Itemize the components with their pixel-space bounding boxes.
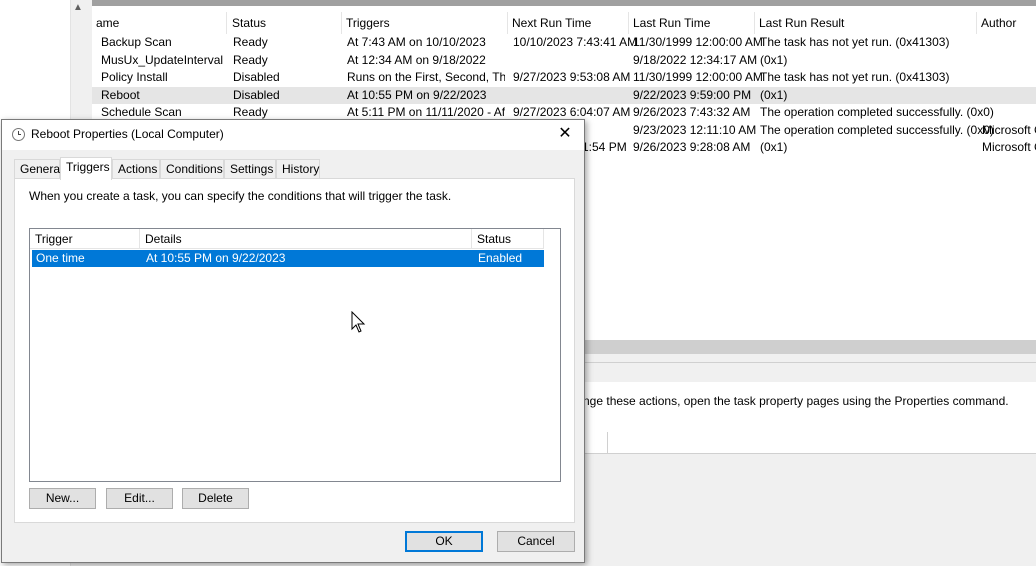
task-author: Microsoft C [982,140,1036,154]
trigger-status: Enabled [478,251,523,265]
clock-icon [12,128,25,141]
cancel-button[interactable]: Cancel [497,531,575,552]
task-last-result: The task has not yet run. (0x41303) [760,35,950,49]
task-last-result: (0x1) [760,140,788,154]
trigger-details: At 10:55 PM on 9/22/2023 [146,251,286,265]
task-last-run: 9/26/2023 9:28:08 AM [633,140,751,154]
task-triggers: At 7:43 AM on 10/10/2023 [347,35,486,49]
task-triggers: At 10:55 PM on 9/22/2023 [347,87,487,102]
scroll-up-icon[interactable]: ▲ [73,2,83,13]
tab-conditions[interactable]: Conditions [160,159,224,179]
delete-trigger-button[interactable]: Delete [182,488,249,509]
triggers-description: When you create a task, you can specify … [29,189,452,203]
task-next-run: 10/10/2023 7:43:41 AM [513,35,638,49]
column-header-last-run-result[interactable]: Last Run Result [755,12,977,34]
tab-settings[interactable]: Settings [224,159,276,179]
grid-divider [607,432,608,454]
column-header-status[interactable]: Status [228,12,342,34]
task-last-run: 9/22/2023 9:59:00 PM [633,87,752,102]
ok-button[interactable]: OK [405,531,483,552]
task-status: Disabled [233,87,280,102]
task-status: Ready [233,35,268,49]
task-last-result: The operation completed successfully. (0… [760,105,994,119]
table-row[interactable]: Backup Scan Ready At 7:43 AM on 10/10/20… [92,34,1036,52]
column-header-author[interactable]: Author [977,12,1036,34]
reboot-properties-dialog: Reboot Properties (Local Computer) ✕ Gen… [1,119,585,563]
task-triggers: Runs on the First, Second, Thi... [347,70,505,84]
table-row[interactable]: MusUx_UpdateInterval Ready At 12:34 AM o… [92,52,1036,70]
column-header-next-run-time[interactable]: Next Run Time [508,12,629,34]
actions-grid [583,432,1036,454]
actions-info-panel: nge these actions, open the task propert… [583,382,1036,436]
task-next-run: 9/27/2023 9:53:08 AM [513,70,631,84]
column-header-name[interactable]: ame [92,12,227,34]
task-name: Backup Scan [101,35,172,49]
column-header-status[interactable]: Status [472,229,544,249]
task-status: Ready [233,52,268,67]
task-details-pane: nge these actions, open the task propert… [583,354,1036,566]
table-row-selected[interactable]: Reboot Disabled At 10:55 PM on 9/22/2023… [92,86,1036,104]
table-row[interactable]: Policy Install Disabled Runs on the Firs… [92,69,1036,87]
trigger-type: One time [36,251,85,265]
tab-actions[interactable]: Actions [112,159,160,179]
column-header-details[interactable]: Details [140,229,472,249]
task-last-run: 11/30/1999 12:00:00 AM [633,35,763,49]
task-last-run: 9/23/2023 12:11:10 AM [633,122,757,137]
dialog-titlebar[interactable]: Reboot Properties (Local Computer) ✕ [2,120,584,150]
tab-general[interactable]: General [14,159,63,179]
task-name: Policy Install [101,70,168,84]
trigger-row-selected[interactable]: One time At 10:55 PM on 9/22/2023 Enable… [32,250,544,267]
dialog-title: Reboot Properties (Local Computer) [31,127,224,141]
triggers-list[interactable]: Trigger Details Status One time At 10:55… [29,228,561,482]
edit-trigger-button[interactable]: Edit... [106,488,173,509]
tab-triggers[interactable]: Triggers [60,157,112,180]
mouse-cursor-icon [351,311,366,333]
task-last-run: 9/26/2023 7:43:32 AM [633,105,751,119]
task-last-result: The task has not yet run. (0x41303) [760,70,950,84]
details-tab-strip [583,362,1036,382]
task-last-result: The operation completed successfully. (0… [760,122,994,137]
column-header-triggers[interactable]: Triggers [342,12,508,34]
close-icon[interactable]: ✕ [552,123,578,145]
task-next-run: 1:54 PM [582,140,627,154]
task-name: Reboot [101,87,140,102]
triggers-tab-page: When you create a task, you can specify … [14,178,575,523]
column-header-last-run-time[interactable]: Last Run Time [629,12,755,34]
horizontal-scrollbar[interactable] [583,340,1036,354]
task-last-result: (0x1) [760,87,788,102]
task-name: MusUx_UpdateInterval [101,52,224,67]
actions-info-text: nge these actions, open the task propert… [583,394,1009,408]
new-trigger-button[interactable]: New... [29,488,96,509]
tab-history[interactable]: History [276,159,320,179]
column-header-trigger[interactable]: Trigger [30,229,140,249]
task-last-result: (0x1) [760,52,788,67]
task-author: Microsoft C [982,122,1036,137]
task-last-run: 9/18/2022 12:34:17 AM [633,52,758,67]
task-status: Disabled [233,70,280,84]
task-triggers: At 12:34 AM on 9/18/2022 [347,52,486,67]
task-last-run: 11/30/1999 12:00:00 AM [633,70,763,84]
